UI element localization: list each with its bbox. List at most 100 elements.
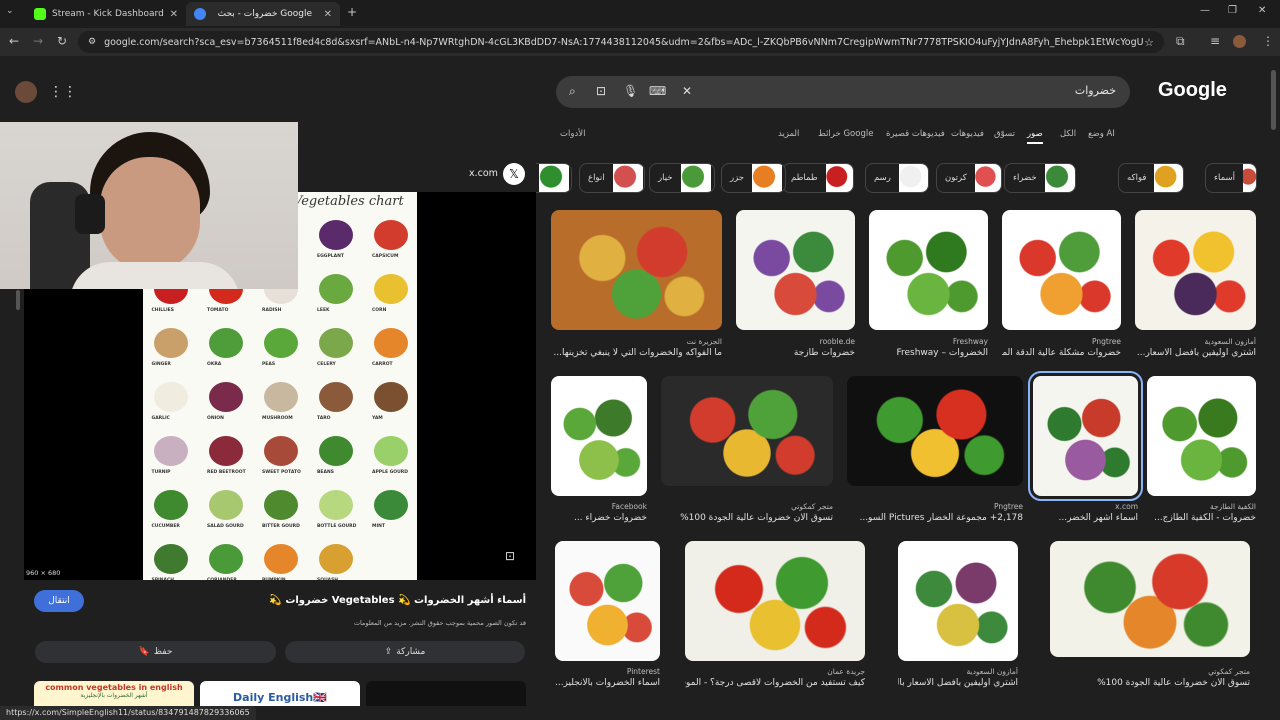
share-button[interactable]: ⇪ مشاركة: [285, 641, 525, 663]
tab-more[interactable]: المزيد: [778, 129, 799, 139]
image-result[interactable]: [736, 210, 855, 330]
keyboard-icon[interactable]: ⌨: [649, 84, 666, 98]
reload-icon[interactable]: ↻: [57, 34, 67, 48]
preview-title[interactable]: أسماء أشهر الخضروات 💫 Vegetables خضروات …: [269, 595, 526, 606]
tab-google-search[interactable]: خضروات - بحث Google ✕: [186, 2, 340, 26]
apps-grid-icon[interactable]: ⋮⋮: [49, 84, 77, 100]
image-title[interactable]: أسماء أشهر الخضر...: [1033, 513, 1138, 523]
x-logo-icon[interactable]: 𝕏: [503, 163, 525, 185]
tab-all[interactable]: الكل: [1060, 129, 1076, 139]
related-image[interactable]: Daily English🇬🇧: [200, 681, 360, 706]
chip-filter[interactable]: خيار: [649, 163, 715, 193]
profile-avatar[interactable]: [1233, 35, 1246, 48]
image-result[interactable]: [898, 541, 1018, 661]
save-button[interactable]: 🔖 حفظ: [35, 641, 276, 663]
image-result[interactable]: [1050, 541, 1250, 657]
image-source[interactable]: متجر كمكوتي: [1050, 667, 1250, 676]
back-icon[interactable]: ←: [9, 34, 19, 48]
image-title[interactable]: اشتري اوليفين بأفضل الاسعار بالسو...: [898, 678, 1018, 688]
microphone-icon[interactable]: 🎙: [623, 84, 638, 98]
image-source[interactable]: Pinterest: [555, 667, 660, 676]
address-bar[interactable]: ⚙ google.com/search?sca_esv=b7364511f8ed…: [78, 31, 1164, 53]
image-source[interactable]: Pngtree: [1002, 337, 1121, 346]
lens-icon[interactable]: ⊡: [596, 84, 606, 98]
preview-source[interactable]: x.com: [469, 168, 498, 179]
tab-videos[interactable]: فيديوهات: [951, 129, 984, 139]
image-title[interactable]: الخضروات – Freshway: [869, 348, 988, 358]
image-result[interactable]: [1147, 376, 1256, 496]
chip-filter[interactable]: طماطم: [782, 163, 854, 193]
avatar[interactable]: [15, 81, 37, 103]
tab-images[interactable]: صور: [1027, 129, 1043, 144]
image-result[interactable]: [1135, 210, 1256, 330]
image-source[interactable]: متجر كمكوتي: [661, 502, 833, 511]
maximize-icon[interactable]: ❐: [1228, 5, 1237, 16]
image-title[interactable]: خضروات مشكلة عالية الدقة المواد ...: [1002, 348, 1121, 358]
image-title[interactable]: ما الفواكه والخضروات التي لا ينبغي تخزين…: [551, 348, 722, 358]
image-result[interactable]: [555, 541, 660, 661]
chip-filter[interactable]: خضراء: [1004, 163, 1076, 193]
google-logo[interactable]: Google: [1158, 79, 1227, 102]
clear-icon[interactable]: ✕: [682, 84, 692, 98]
image-title[interactable]: 2,178+ مجموعة الخضار Pictures السو...: [847, 513, 1023, 523]
close-icon[interactable]: ✕: [170, 9, 178, 20]
image-source[interactable]: الكفية الطازجة: [1147, 502, 1256, 511]
related-image[interactable]: [366, 681, 526, 706]
image-source[interactable]: الجزيرة نت: [551, 337, 722, 346]
lens-search-icon[interactable]: ⊡: [505, 549, 515, 563]
image-source[interactable]: rooble.de: [736, 337, 855, 346]
forward-icon[interactable]: →: [33, 34, 43, 48]
tab-short-videos[interactable]: فيديوهات قصيرة: [886, 129, 945, 139]
menu-icon[interactable]: ⋮: [1262, 34, 1274, 48]
image-result[interactable]: [685, 541, 865, 661]
image-source[interactable]: x.com: [1033, 502, 1138, 511]
chip-filter[interactable]: فواكه: [1118, 163, 1184, 193]
image-result[interactable]: [551, 376, 647, 496]
image-source[interactable]: Facebook: [551, 502, 647, 511]
search-icon[interactable]: ⌕: [569, 84, 576, 99]
image-title[interactable]: تسوق الان خضروات عالية الجودة 100%: [1050, 678, 1250, 688]
image-source[interactable]: Freshway: [869, 337, 988, 346]
related-image[interactable]: common vegetables in english أشهر الخضرو…: [34, 681, 194, 706]
search-input[interactable]: ⌕ ⊡ 🎙 ⌨ ✕ خضروات: [556, 76, 1130, 108]
minimize-icon[interactable]: —: [1200, 5, 1210, 16]
chip-filter[interactable]: أسماء: [1205, 163, 1257, 193]
tab-shopping[interactable]: تسوّق: [994, 129, 1015, 139]
image-title[interactable]: خضروات خضراء ...: [551, 513, 647, 523]
close-icon[interactable]: ✕: [324, 9, 332, 20]
image-result[interactable]: [869, 210, 988, 330]
tab-kick-dashboard[interactable]: Stream - Kick Dashboard ✕: [26, 2, 186, 26]
image-source[interactable]: جريدة عمان: [685, 667, 865, 676]
tab-search-icon[interactable]: ⌄: [6, 6, 14, 16]
tab-maps[interactable]: خرائط Google: [818, 129, 873, 139]
image-title[interactable]: تسوق الان خضروات عالية الجودة 100%: [661, 513, 833, 523]
preview-scrollbar[interactable]: [16, 290, 20, 310]
image-result[interactable]: [551, 210, 722, 330]
image-result[interactable]: [847, 376, 1023, 486]
image-title[interactable]: خضروات - الكفية الطازج...: [1147, 513, 1256, 523]
image-source[interactable]: أمازون السعودية: [898, 667, 1018, 676]
image-source[interactable]: Pngtree: [847, 502, 1023, 511]
image-title[interactable]: كيف تستفيد من الخضروات لأقصى درجة؟ - الم…: [685, 678, 865, 688]
site-info-icon[interactable]: ⚙: [88, 37, 96, 47]
image-title[interactable]: اشتري اوليفين بأفضل الاسعار...: [1135, 348, 1256, 358]
page-scrollbar[interactable]: [1271, 70, 1276, 130]
image-result[interactable]: [1002, 210, 1121, 330]
image-result[interactable]: [661, 376, 833, 486]
tools-button[interactable]: الأدوات: [560, 129, 585, 139]
chip-filter[interactable]: جزر: [721, 163, 786, 193]
reading-list-icon[interactable]: ≡: [1210, 34, 1220, 48]
extensions-icon[interactable]: ⧉: [1176, 34, 1185, 49]
image-title[interactable]: أسماء الخضروات بالانجليز...: [555, 678, 660, 688]
image-result[interactable]: [1028, 371, 1143, 501]
chip-filter[interactable]: رسم: [865, 163, 929, 193]
image-source[interactable]: أمازون السعودية: [1135, 337, 1256, 346]
new-tab-button[interactable]: +: [347, 5, 357, 19]
visit-button[interactable]: انتقال: [34, 590, 84, 612]
chip-filter[interactable]: كرتون: [936, 163, 1002, 193]
image-title[interactable]: خضروات طازجة: [736, 348, 855, 358]
copyright-notice[interactable]: قد تكون الصور محمية بموجب حقوق النشر. مز…: [300, 619, 526, 627]
tab-ai-mode[interactable]: وضع AI: [1088, 129, 1115, 139]
bookmark-star-icon[interactable]: ☆: [1144, 36, 1154, 49]
chip-filter[interactable]: انواع: [579, 163, 645, 193]
